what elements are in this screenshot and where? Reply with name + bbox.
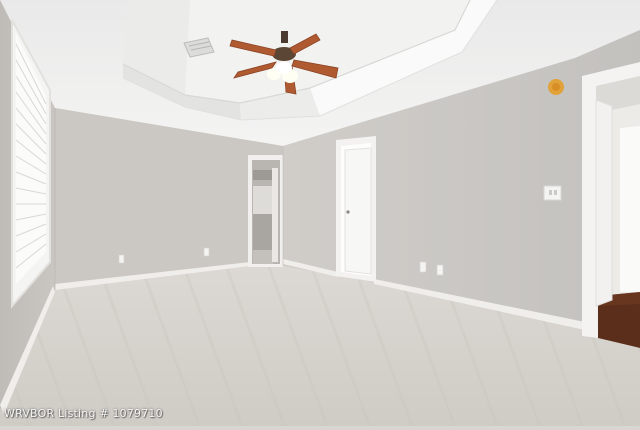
bathroom-door — [336, 136, 376, 282]
light-switch-icon — [543, 185, 562, 201]
smoke-detector-icon — [548, 79, 564, 95]
closet-doorway — [248, 155, 283, 267]
room-photo: WRVBOR Listing # 1079710 — [0, 0, 640, 426]
listing-watermark: WRVBOR Listing # 1079710 — [4, 407, 163, 420]
hallway-doorway — [582, 62, 640, 348]
